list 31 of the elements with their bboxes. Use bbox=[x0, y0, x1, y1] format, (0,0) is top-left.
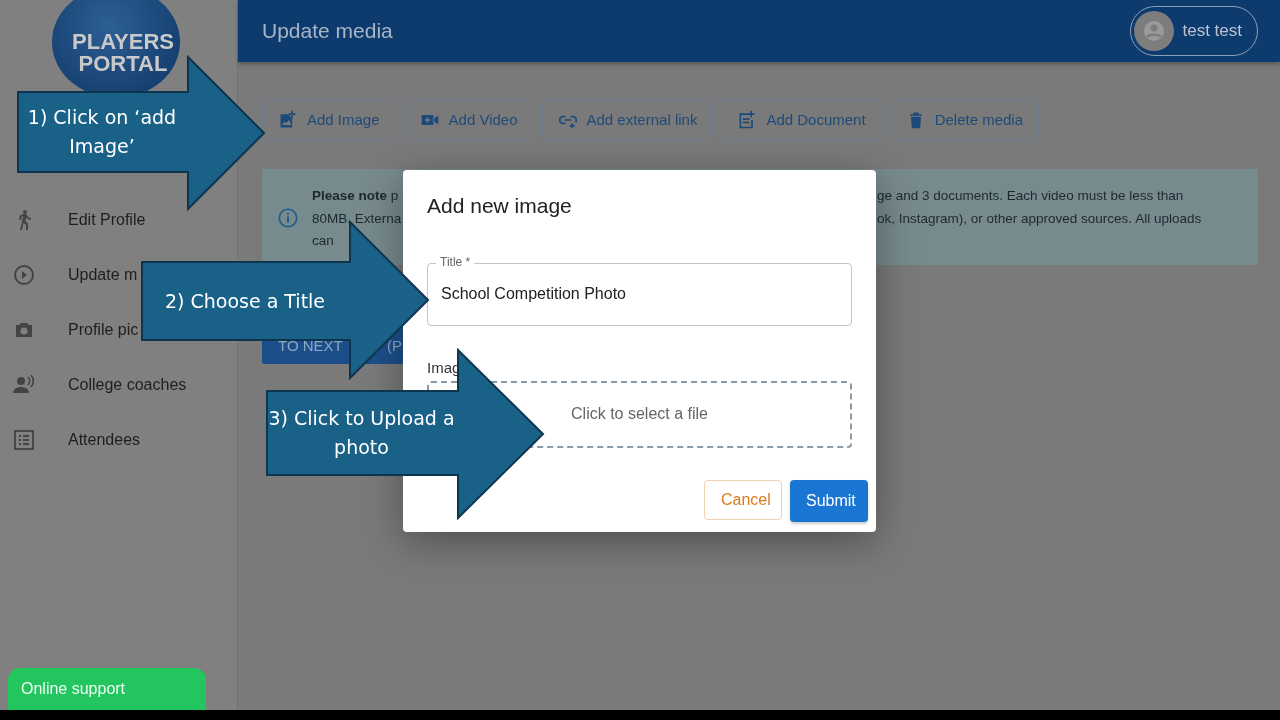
avatar-icon bbox=[1134, 11, 1175, 51]
toolbar-button[interactable]: Add Document bbox=[721, 99, 882, 140]
toolbar-button[interactable]: Add external link bbox=[541, 99, 714, 140]
list-icon bbox=[12, 427, 36, 452]
add-image-icon bbox=[278, 109, 298, 130]
play-circle-icon bbox=[12, 262, 36, 287]
callout-text: 1) Click on ‘add Image’ bbox=[26, 105, 178, 159]
add-document-icon bbox=[737, 109, 758, 130]
dialog-title: Add new image bbox=[427, 194, 572, 218]
info-icon bbox=[277, 207, 299, 229]
notice-text: can bbox=[312, 232, 335, 250]
notice-text: ok, Instagram), or other approved sources. All uploads bbox=[877, 209, 1202, 228]
notice-text: Please note p bbox=[312, 187, 400, 205]
toolbar-button[interactable]: Add Video bbox=[403, 99, 534, 140]
sidebar-item[interactable]: Update m bbox=[0, 247, 138, 302]
user-name: test test bbox=[1182, 21, 1242, 41]
logo-text: PLAYERS PORTAL bbox=[72, 31, 174, 75]
sidebar-item[interactable]: Attendees bbox=[0, 412, 141, 467]
user-menu[interactable]: test test bbox=[1130, 6, 1258, 56]
sidebar-item[interactable]: Edit Profile bbox=[0, 192, 146, 247]
notice-text: 80MB. Externa bbox=[312, 209, 403, 228]
cancel-button[interactable]: Cancel bbox=[704, 480, 782, 520]
notice-text: ge and 3 documents. Each video must be less than bbox=[877, 187, 1185, 205]
toolbar-button[interactable]: Delete media bbox=[889, 99, 1040, 140]
toolbar-button[interactable]: Add Image bbox=[262, 99, 396, 140]
online-support-button[interactable]: Online support bbox=[8, 668, 206, 710]
callout-text: 2) Choose a Title bbox=[163, 288, 327, 314]
sidebar-item[interactable]: College coaches bbox=[0, 357, 187, 412]
page-title: Update media bbox=[262, 19, 393, 43]
sidebar-item[interactable]: Profile pic bbox=[0, 302, 139, 357]
submit-button[interactable]: Submit bbox=[790, 480, 868, 522]
